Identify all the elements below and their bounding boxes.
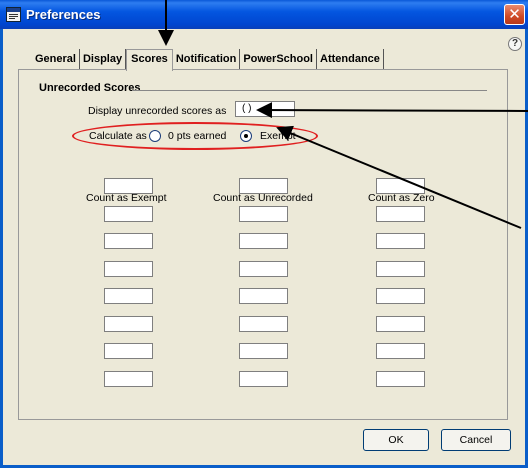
count-field[interactable] — [376, 205, 425, 222]
tab-scores[interactable]: Scores — [126, 49, 173, 71]
count-field[interactable] — [104, 233, 153, 249]
window-icon — [6, 7, 21, 22]
scores-panel: Unrecorded Scores Display unrecorded sco… — [18, 69, 508, 420]
count-field[interactable] — [239, 233, 288, 249]
title-bar[interactable]: Preferences ✕ — [0, 0, 528, 29]
tab-powerschool[interactable]: PowerSchool — [240, 49, 317, 70]
dialog-body: ? General Display Scores Notification Po… — [3, 29, 525, 465]
count-field[interactable] — [376, 370, 425, 387]
count-field[interactable] — [239, 205, 288, 222]
count-field[interactable] — [376, 288, 425, 304]
group-divider — [132, 90, 487, 91]
count-field[interactable] — [104, 343, 153, 359]
count-field[interactable] — [104, 315, 153, 332]
help-icon[interactable]: ? — [508, 37, 522, 51]
radio-exempt[interactable] — [240, 130, 252, 142]
preferences-window: Preferences ✕ ? General Display Scores N… — [0, 0, 528, 468]
tab-notification[interactable]: Notification — [172, 49, 241, 70]
radio-selected-dot — [244, 134, 248, 138]
count-field[interactable] — [376, 315, 425, 332]
tab-strip: General Display Scores Notification Powe… — [32, 48, 384, 71]
count-field[interactable] — [239, 178, 288, 194]
count-field[interactable] — [239, 343, 288, 359]
count-field[interactable] — [376, 233, 425, 249]
close-icon[interactable]: ✕ — [504, 4, 525, 25]
count-field[interactable] — [104, 178, 153, 194]
count-field[interactable] — [239, 260, 288, 277]
count-field[interactable] — [239, 315, 288, 332]
count-field[interactable] — [376, 178, 425, 194]
tab-display[interactable]: Display — [79, 49, 127, 70]
calculate-label: Calculate as — [89, 130, 147, 142]
cancel-button[interactable]: Cancel — [441, 429, 511, 451]
radio-zero-points[interactable] — [149, 130, 161, 142]
count-field[interactable] — [104, 370, 153, 387]
display-label: Display unrecorded scores as — [88, 105, 227, 117]
radio-zero-points-label[interactable]: 0 pts earned — [168, 130, 226, 142]
display-unrecorded-input[interactable]: ( ) — [235, 101, 295, 117]
count-field[interactable] — [104, 205, 153, 222]
group-title: Unrecorded Scores — [39, 82, 141, 94]
tab-attendance[interactable]: Attendance — [317, 49, 384, 70]
radio-exempt-label[interactable]: Exempt — [260, 130, 296, 142]
tab-general[interactable]: General — [32, 49, 80, 70]
count-field[interactable] — [104, 288, 153, 304]
ok-button[interactable]: OK — [363, 429, 429, 451]
count-field[interactable] — [376, 343, 425, 359]
count-field[interactable] — [376, 260, 425, 277]
count-field[interactable] — [239, 370, 288, 387]
window-title: Preferences — [26, 7, 101, 22]
count-field[interactable] — [104, 260, 153, 277]
count-field[interactable] — [239, 288, 288, 304]
